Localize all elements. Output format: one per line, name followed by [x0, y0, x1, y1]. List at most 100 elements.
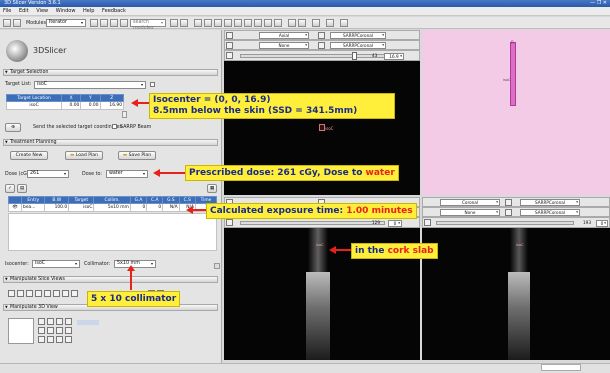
fg-layer-icon[interactable] [505, 199, 512, 206]
view-axis-icon[interactable] [38, 318, 45, 325]
table-cell[interactable]: isoC [5, 101, 63, 110]
view-axis-icon[interactable] [38, 336, 45, 343]
view-axis-icon[interactable] [56, 336, 63, 343]
column-header[interactable]: Collim. [93, 196, 131, 204]
slice-tool-icon[interactable] [26, 290, 33, 297]
column-header[interactable] [7, 196, 23, 204]
table-scroll-icon[interactable] [122, 111, 127, 118]
bg-layer-icon[interactable] [505, 209, 512, 216]
target-selection-header[interactable]: Target Selection [3, 69, 218, 76]
column-header[interactable]: X [61, 94, 82, 102]
table-cell[interactable]: 100.0 [44, 203, 70, 212]
sagittal-slice-slider[interactable] [436, 221, 574, 225]
scroll-down-icon[interactable] [214, 263, 220, 269]
mouse-mode-icon[interactable] [312, 19, 320, 27]
table-options-icon[interactable]: ▦ [207, 184, 217, 193]
module-list-icon[interactable] [110, 19, 118, 27]
menu-view[interactable]: View [36, 8, 48, 14]
link-icon[interactable] [226, 42, 233, 49]
column-header[interactable]: B.W [44, 196, 70, 204]
target-list-combo[interactable]: isoC [34, 81, 146, 89]
table-cell[interactable]: isoC [68, 203, 95, 212]
view-axis-icon[interactable] [65, 336, 72, 343]
slice-tool-icon[interactable] [44, 290, 51, 297]
search-icon[interactable] [120, 19, 128, 27]
redo-icon[interactable] [298, 19, 306, 27]
layout-compare-icon[interactable] [254, 19, 262, 27]
view-options-icon[interactable] [226, 219, 233, 226]
delete-icon[interactable]: ▤ [17, 184, 27, 193]
beam-table-body[interactable] [8, 213, 217, 251]
table-row[interactable]: isoC 0.00 0.00 16.90 [5, 101, 125, 110]
target-list-node-icon[interactable] [150, 82, 155, 87]
view-axis-icon[interactable] [56, 327, 63, 334]
layout-sagittal-icon[interactable] [234, 19, 242, 27]
table-cell[interactable]: 0.00 [61, 101, 82, 110]
sagittal-orientation-select[interactable]: Coronal [440, 199, 500, 206]
menu-edit[interactable]: Edit [19, 8, 29, 14]
table-cell[interactable]: N/A [162, 203, 180, 212]
sagittal-fg-select[interactable]: SARRPCoronal [520, 199, 580, 206]
sarrp-beam-checkbox[interactable] [112, 124, 117, 129]
3d-navigator-widget[interactable] [8, 318, 34, 344]
window-controls[interactable]: — ❐ ✕ [590, 0, 607, 7]
table-cell[interactable]: 5x10 mm [93, 203, 131, 212]
menu-feedback[interactable]: Feedback [102, 8, 126, 14]
collimator-select[interactable]: 5x10 mm [114, 260, 156, 268]
view-axis-icon[interactable] [38, 327, 45, 334]
column-header[interactable]: C.A [146, 196, 164, 204]
module-selector[interactable]: Iterator [46, 19, 86, 27]
axial-slice-slider[interactable] [240, 54, 385, 58]
layout-coronal-icon[interactable] [244, 19, 252, 27]
view-slider[interactable] [77, 320, 99, 325]
beam-visibility-icon[interactable]: 👁 [7, 203, 23, 212]
column-header[interactable]: G.S [162, 196, 180, 204]
slice-tool-icon[interactable] [8, 290, 15, 297]
back-icon[interactable] [90, 19, 98, 27]
column-header[interactable]: G.A [129, 196, 148, 204]
column-header[interactable]: Y [80, 94, 101, 102]
slice-tool-icon[interactable] [17, 290, 24, 297]
pin-icon[interactable] [226, 32, 233, 39]
sagittal-label-select[interactable]: None [440, 209, 500, 216]
table-cell[interactable]: 0.00 [80, 101, 101, 110]
column-header[interactable]: Target Location [5, 94, 63, 102]
layout-lightbox-icon[interactable] [274, 19, 282, 27]
send-target-button[interactable]: Send the selected target coordinates [33, 125, 122, 130]
dose-to-select[interactable]: water [106, 170, 148, 178]
column-header[interactable]: Z [99, 94, 125, 102]
slice-tool-icon[interactable] [71, 290, 78, 297]
layout-axial-icon[interactable] [224, 19, 232, 27]
menu-file[interactable]: File [3, 8, 11, 14]
view-options-icon[interactable] [424, 219, 431, 226]
slice-tool-icon[interactable] [62, 290, 69, 297]
layout-fourup-icon[interactable] [204, 19, 212, 27]
zoom-icon[interactable] [65, 327, 72, 334]
view-options-icon[interactable] [226, 52, 233, 59]
menu-help[interactable]: Help [83, 8, 94, 14]
column-header[interactable]: C.S [178, 196, 197, 204]
data-icon[interactable] [13, 19, 21, 27]
save-plan-button[interactable]: ▬ Save Plan [118, 151, 156, 160]
axial-slider-handle[interactable] [352, 52, 357, 60]
axial-orientation-select[interactable]: Axial [259, 32, 309, 39]
axial-bg-select[interactable]: SARRPCoronal [330, 42, 386, 49]
sagittal-bg-select[interactable]: SARRPCoronal [520, 209, 580, 216]
slice-tool-icon[interactable] [35, 290, 42, 297]
zoom-icon[interactable] [65, 318, 72, 325]
forward-icon[interactable] [100, 19, 108, 27]
save-icon[interactable] [180, 19, 188, 27]
view-axis-icon[interactable] [56, 318, 63, 325]
home-icon[interactable] [3, 19, 11, 27]
view-axis-icon[interactable] [47, 327, 54, 334]
window-level-icon[interactable] [340, 19, 348, 27]
manipulate-slice-header[interactable]: Manipulate Slice Views [3, 276, 218, 283]
search-input[interactable]: search modules [130, 19, 166, 31]
slice-tool-icon[interactable] [53, 290, 60, 297]
load-plan-button[interactable]: ▬ Load Plan [65, 151, 103, 160]
coronal-slice-value[interactable]: 0 [388, 220, 402, 227]
view-axis-icon[interactable] [47, 336, 54, 343]
bg-layer-icon[interactable] [318, 42, 325, 49]
undo-icon[interactable] [288, 19, 296, 27]
target-pointer-icon[interactable]: ⊕ [5, 123, 21, 132]
